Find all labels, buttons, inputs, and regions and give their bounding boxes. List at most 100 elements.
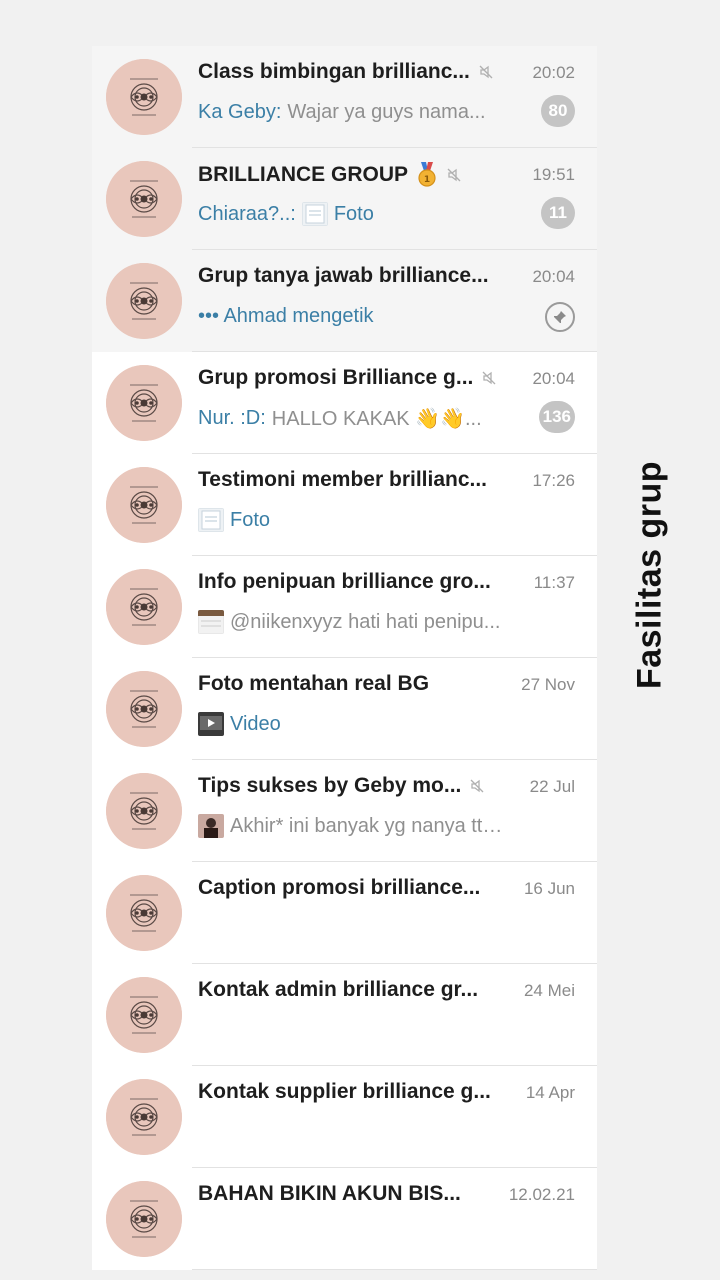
chat-row[interactable]: Tips sukses by Geby mo... 22 Jul Akhir* in… (92, 760, 597, 862)
chat-name: Info penipuan brilliance gro... (198, 570, 491, 593)
medal-icon: 1 (418, 162, 436, 187)
chat-time: 19:51 (532, 165, 575, 184)
photo-thumb (198, 508, 224, 532)
row-divider (192, 1269, 597, 1270)
message-text: HALLO KAKAK 👋👋... (271, 407, 482, 430)
group-avatar[interactable] (106, 773, 182, 849)
group-avatar[interactable] (106, 875, 182, 951)
chat-time: 12.02.21 (508, 1185, 575, 1204)
chat-row[interactable]: BRILLIANCE GROUP 1 19:51 Chiaraa?..: Foto 11 (92, 148, 597, 250)
unread-badge: 80 (541, 95, 575, 127)
group-avatar[interactable] (106, 977, 182, 1053)
chat-row[interactable]: Grup promosi Brilliance g... 20:04 Nur. :D… (92, 352, 597, 454)
chat-time: 20:02 (532, 63, 575, 82)
mute-icon (482, 371, 496, 385)
chat-name: Kontak admin brilliance gr... (198, 978, 479, 1001)
screenshot-thumb (198, 610, 224, 634)
person-thumb (198, 814, 224, 838)
chat-preview: Akhir* ini banyak yg nanya ttg... (198, 812, 503, 840)
typing-indicator: ••• Ahmad mengetik (198, 304, 374, 327)
chat-preview: @niikenxyyz hati hati penipu... (198, 608, 503, 636)
chat-row[interactable]: Testimoni member brillianc... 17:26 Foto (92, 454, 597, 556)
group-avatar[interactable] (106, 1181, 182, 1257)
chat-time: 14 Apr (525, 1083, 575, 1102)
group-avatar[interactable] (106, 1079, 182, 1155)
group-avatar[interactable] (106, 467, 182, 543)
chat-preview: Foto (198, 506, 503, 534)
chat-time: 22 Jul (529, 777, 575, 796)
chat-row[interactable]: Grup tanya jawab brilliance... 20:04 ••• A… (92, 250, 597, 352)
chat-preview: Chiaraa?..: Foto (198, 200, 503, 228)
chat-name: Caption promosi brilliance... (198, 876, 481, 899)
pin-icon (545, 302, 575, 332)
message-sender: Ka Geby: (198, 100, 282, 123)
chat-row[interactable]: Kontak supplier brilliance g... 14 Apr (92, 1066, 597, 1168)
svg-text:1: 1 (424, 175, 430, 185)
chat-name: Foto mentahan real BG (198, 672, 430, 695)
chat-title-wrap: Grup tanya jawab brilliance... (198, 264, 489, 288)
message-text: Wajar ya guys nama... (287, 100, 486, 123)
chat-time: 27 Nov (521, 675, 575, 694)
chat-name: Class bimbingan brillianc... (198, 60, 470, 83)
chat-time: 11:37 (533, 573, 575, 592)
side-label: Fasilitas grup (630, 460, 669, 690)
chat-name: Grup promosi Brilliance g... (198, 366, 474, 389)
unread-badge: 136 (538, 401, 575, 433)
chat-preview (198, 1016, 503, 1044)
chat-row[interactable]: Kontak admin brilliance gr... 24 Mei (92, 964, 597, 1066)
chat-time: 24 Mei (523, 981, 575, 1000)
chat-preview: Nur. :D: HALLO KAKAK 👋👋... (198, 404, 503, 432)
chat-row[interactable]: BAHAN BIKIN AKUN BIS... 12.02.21 (92, 1168, 597, 1270)
chat-preview: Video (198, 710, 503, 738)
chat-time: 16 Jun (523, 879, 575, 898)
chat-title-wrap: Caption promosi brilliance... (198, 876, 480, 900)
chat-title-wrap: Class bimbingan brillianc... (198, 60, 494, 84)
group-avatar[interactable] (106, 365, 182, 441)
chat-title-wrap: Kontak supplier brilliance g... (198, 1080, 491, 1104)
chat-list: Class bimbingan brillianc... 20:02 Ka Geby… (92, 46, 597, 1270)
chat-time: 20:04 (532, 267, 575, 286)
message-sender: Chiaraa?..: (198, 202, 296, 225)
group-avatar[interactable] (106, 263, 182, 339)
message-text: Akhir* ini banyak yg nanya ttg... (230, 814, 503, 837)
photo-thumb (301, 202, 328, 226)
unread-badge: 11 (541, 197, 575, 229)
mute-icon (479, 65, 493, 79)
chat-preview (198, 914, 503, 942)
chat-preview (198, 1220, 503, 1248)
chat-name: Testimoni member brillianc... (198, 468, 488, 491)
group-avatar[interactable] (106, 671, 182, 747)
chat-title-wrap: Tips sukses by Geby mo... (198, 774, 485, 798)
chat-preview: Ka Geby: Wajar ya guys nama... (198, 98, 503, 126)
message-text: @niikenxyyz hati hati penipu... (230, 610, 501, 633)
message-sender: Nur. :D: (198, 406, 266, 429)
chat-name: BRILLIANCE GROUP (198, 163, 408, 186)
chat-title-wrap: Grup promosi Brilliance g... (198, 366, 497, 390)
chat-time: 17:26 (532, 471, 575, 490)
chat-title-wrap: Testimoni member brillianc... (198, 468, 487, 492)
chat-title-wrap: BAHAN BIKIN AKUN BIS... (198, 1182, 461, 1206)
video-thumb (198, 712, 224, 736)
group-avatar[interactable] (106, 161, 182, 237)
chat-name: Grup tanya jawab brilliance... (198, 264, 489, 287)
group-avatar[interactable] (106, 569, 182, 645)
chat-title-wrap: Info penipuan brilliance gro... (198, 570, 491, 594)
media-label: Foto (333, 202, 374, 225)
mute-icon (470, 779, 484, 793)
chat-row[interactable]: Foto mentahan real BG 27 Nov Video (92, 658, 597, 760)
chat-name: Kontak supplier brilliance g... (198, 1080, 491, 1103)
chat-row[interactable]: Info penipuan brilliance gro... 11:37 @nii… (92, 556, 597, 658)
chat-title-wrap: BRILLIANCE GROUP 1 (198, 162, 462, 188)
chat-name: Tips sukses by Geby mo... (198, 774, 462, 797)
chat-row[interactable]: Class bimbingan brillianc... 20:02 Ka Geby… (92, 46, 597, 148)
media-label: Foto (230, 508, 271, 531)
chat-name: BAHAN BIKIN AKUN BIS... (198, 1182, 461, 1205)
group-avatar[interactable] (106, 59, 182, 135)
chat-row[interactable]: Caption promosi brilliance... 16 Jun (92, 862, 597, 964)
chat-title-wrap: Kontak admin brilliance gr... (198, 978, 478, 1002)
media-label: Video (230, 712, 281, 735)
chat-preview: ••• Ahmad mengetik (198, 302, 503, 330)
chat-title-wrap: Foto mentahan real BG (198, 672, 429, 696)
mute-icon (447, 168, 461, 182)
chat-time: 20:04 (532, 369, 575, 388)
